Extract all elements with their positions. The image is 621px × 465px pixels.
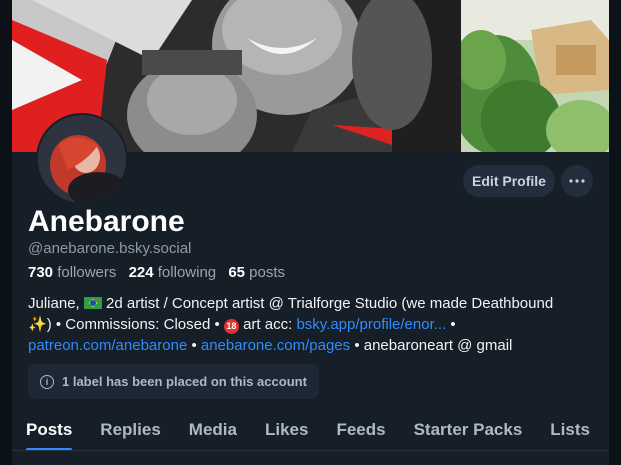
- followers-count: 730: [28, 264, 54, 281]
- followers-stat[interactable]: 730 followers: [28, 264, 116, 281]
- following-stat[interactable]: 224 following: [129, 264, 217, 281]
- display-name: Anebarone: [28, 205, 185, 238]
- profile-stats: 730 followers 224 following 65 posts: [28, 264, 285, 281]
- posts-stat: 65 posts: [228, 264, 285, 281]
- bio-text-1: Juliane,: [28, 295, 84, 312]
- label-notice-text: 1 label has been placed on this account: [62, 374, 307, 389]
- posts-count: 65: [228, 264, 245, 281]
- profile-handle: @anebarone.bsky.social: [28, 240, 192, 257]
- posts-label: posts: [249, 264, 286, 281]
- sparkles-icon: ✨: [28, 316, 47, 333]
- followers-label: followers: [57, 264, 117, 281]
- profile-tabs: Posts Replies Media Likes Feeds Starter …: [12, 410, 609, 451]
- label-notice-button[interactable]: i 1 label has been placed on this accoun…: [28, 364, 319, 399]
- following-label: following: [157, 264, 217, 281]
- bio-link-website[interactable]: anebarone.com/pages: [201, 337, 350, 354]
- bio-text-2: 2d artist / Concept artist @ Trialforge …: [101, 295, 554, 312]
- brazil-flag-icon: [83, 297, 102, 309]
- avatar-image: [38, 115, 126, 203]
- tab-likes[interactable]: Likes: [251, 410, 322, 450]
- tab-replies[interactable]: Replies: [86, 410, 174, 450]
- tab-media[interactable]: Media: [175, 410, 251, 450]
- banner-artwork-side: [461, 0, 609, 152]
- tab-feeds[interactable]: Feeds: [322, 410, 399, 450]
- profile-page: Edit Profile Anebarone @anebarone.bsky.s…: [12, 0, 609, 465]
- tab-posts[interactable]: Posts: [12, 410, 86, 451]
- more-options-button[interactable]: [561, 165, 593, 197]
- following-count: 224: [128, 264, 154, 281]
- avatar[interactable]: [36, 113, 128, 205]
- bio-link-art-account[interactable]: bsky.app/profile/enor...: [296, 316, 446, 333]
- window-edge-right: [609, 0, 621, 465]
- ellipsis-icon: [569, 179, 585, 183]
- bio-text-3: ) • Commissions: Closed •: [46, 316, 224, 333]
- no-under-18-icon: 18: [223, 319, 239, 334]
- bio-text-5: •: [446, 316, 456, 333]
- window-edge-left: [0, 0, 12, 465]
- profile-bio: Juliane, 2d artist / Concept artist @ Tr…: [28, 293, 603, 356]
- bio-text-6: • anebaroneart @ gmail: [350, 337, 513, 354]
- tabs-divider: [12, 450, 609, 451]
- bio-text-4: art acc:: [238, 316, 297, 333]
- edit-profile-button[interactable]: Edit Profile: [463, 165, 555, 197]
- info-icon: i: [40, 374, 54, 389]
- bio-separator: •: [187, 337, 201, 354]
- tab-starter-packs[interactable]: Starter Packs: [400, 410, 537, 450]
- tab-lists[interactable]: Lists: [536, 410, 604, 450]
- bio-link-patreon[interactable]: patreon.com/anebarone: [28, 337, 187, 354]
